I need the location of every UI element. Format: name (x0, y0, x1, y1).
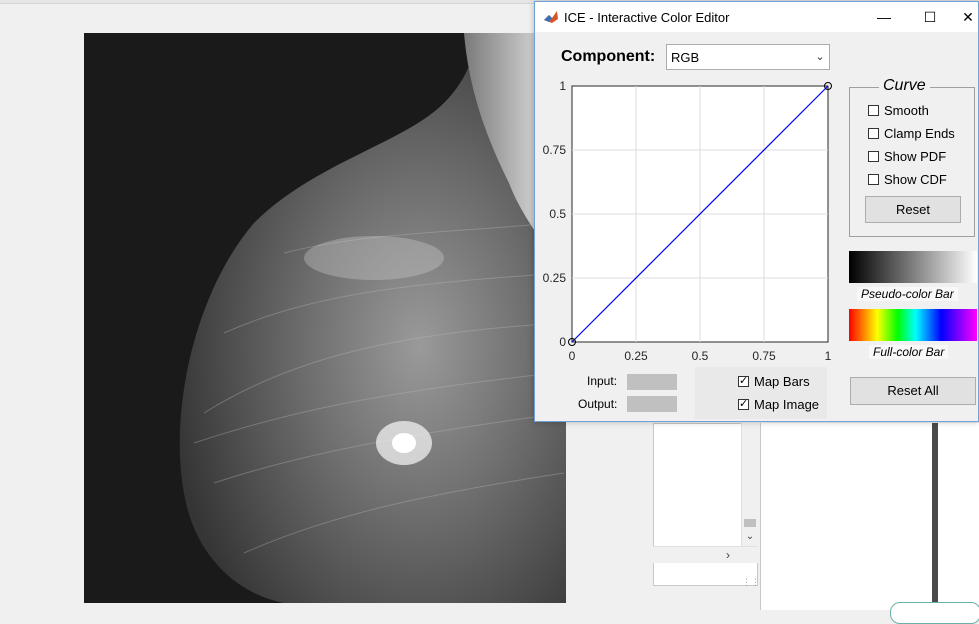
checkbox-box[interactable] (868, 105, 879, 116)
mammogram-image (84, 33, 566, 603)
x-tick-label: 0.5 (692, 349, 709, 363)
show-pdf-checkbox[interactable]: Show PDF (868, 149, 946, 164)
clamp-ends-label: Clamp Ends (884, 126, 955, 141)
white-panel (760, 423, 933, 610)
corner-widget[interactable] (890, 602, 979, 624)
resize-grip-icon[interactable]: ⋮⋮ (742, 576, 760, 588)
checkbox-box[interactable] (868, 174, 879, 185)
curve-plot-svg[interactable]: 00 0.25 0.25 0.5 0.5 0.75 0.75 1 1 (535, 78, 845, 368)
full-color-bar (849, 309, 977, 341)
scroll-thumb[interactable] (744, 519, 756, 527)
show-pdf-label: Show PDF (884, 149, 947, 164)
mammogram-graphic (84, 33, 566, 603)
reset-all-button[interactable]: Reset All (850, 377, 976, 405)
ice-dialog: ICE - Interactive Color Editor — ☐ ✕ Com… (534, 1, 979, 422)
vertical-scrollbar[interactable]: ⌄ (741, 423, 758, 546)
smooth-checkbox[interactable]: Smooth (868, 103, 929, 118)
x-tick-label: 0 (569, 349, 576, 363)
show-cdf-label: Show CDF (884, 172, 947, 187)
maximize-button[interactable]: ☐ (907, 2, 953, 32)
x-tick-label: 0.25 (624, 349, 648, 363)
chevron-down-icon[interactable]: ⌄ (742, 529, 758, 545)
map-options-panel: ✓ Map Bars ✓ Map Image (695, 367, 827, 419)
curve-plot[interactable]: 0 0 0.25 0.25 0.5 0.5 0.75 0.75 1 1 (535, 78, 845, 368)
y-tick-label: 1 (559, 79, 566, 93)
input-label: Input: (587, 374, 618, 388)
checkbox-box[interactable] (868, 151, 879, 162)
pseudo-color-bar (849, 251, 977, 283)
reset-button[interactable]: Reset (865, 196, 961, 223)
checkbox-box[interactable]: ✓ (738, 399, 749, 410)
checkbox-box[interactable] (868, 128, 879, 139)
output-label: Output: (578, 397, 618, 411)
curve-group-title: Curve (879, 77, 930, 95)
y-tick-label: 0.5 (549, 207, 566, 221)
io-panel: Input: Output: (575, 367, 677, 419)
map-image-label: Map Image (754, 397, 820, 412)
map-image-checkbox[interactable]: ✓ Map Image (738, 397, 819, 412)
y-tick-label: 0.25 (543, 271, 567, 285)
pseudo-color-bar-label: Pseudo-color Bar (857, 287, 958, 301)
window-title: ICE - Interactive Color Editor (564, 10, 730, 25)
y-tick-label: 0 (559, 335, 566, 349)
chevron-down-icon[interactable]: ⌄ (811, 45, 829, 69)
input-value-field (627, 374, 677, 390)
component-value: RGB (671, 50, 700, 65)
white-panel-right (938, 423, 979, 610)
x-tick-label: 0.75 (752, 349, 776, 363)
show-cdf-checkbox[interactable]: Show CDF (868, 172, 947, 187)
component-select[interactable]: RGB ⌄ (666, 44, 830, 70)
smooth-label: Smooth (884, 103, 929, 118)
clamp-ends-checkbox[interactable]: Clamp Ends (868, 126, 955, 141)
map-bars-label: Map Bars (754, 374, 810, 389)
output-value-field (627, 396, 677, 412)
y-tick-label: 0.75 (543, 143, 567, 157)
x-tick-label: 1 (825, 349, 832, 363)
matlab-icon (543, 9, 559, 25)
close-button[interactable]: ✕ (953, 2, 979, 32)
full-color-bar-label: Full-color Bar (869, 345, 949, 359)
horizontal-scrollbar[interactable]: › (653, 546, 758, 563)
component-label: Component: (561, 48, 656, 65)
map-bars-checkbox[interactable]: ✓ Map Bars (738, 374, 810, 389)
checkbox-box[interactable]: ✓ (738, 376, 749, 387)
title-bar[interactable]: ICE - Interactive Color Editor — ☐ ✕ (535, 2, 978, 32)
minimize-button[interactable]: — (861, 2, 907, 32)
chevron-right-icon[interactable]: › (726, 547, 738, 563)
